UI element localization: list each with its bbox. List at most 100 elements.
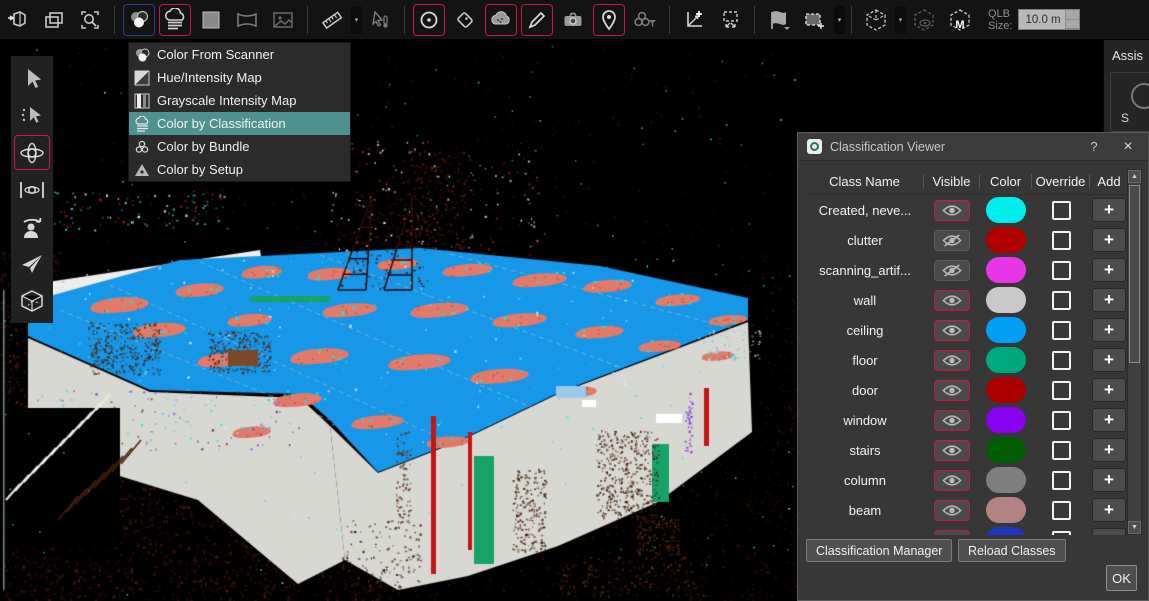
color-by-classification-icon[interactable] — [159, 4, 191, 36]
visibility-toggle[interactable] — [934, 290, 970, 311]
qlb-size-stepper[interactable] — [1065, 10, 1079, 29]
class-color-swatch[interactable] — [986, 197, 1026, 223]
menu-item-grayscale-intensity-map[interactable]: Grayscale Intensity Map — [129, 89, 350, 112]
menu-item-color-by-classification[interactable]: Color by Classification — [129, 112, 350, 135]
column-header-add[interactable]: Add — [1090, 174, 1128, 189]
override-checkbox[interactable] — [1052, 231, 1071, 250]
add-class-button[interactable]: + — [1092, 288, 1126, 312]
select-cursor-icon[interactable] — [14, 61, 50, 96]
ok-button[interactable]: OK — [1106, 565, 1137, 591]
scan-target-icon[interactable] — [413, 4, 445, 36]
qlb-cube-icon[interactable] — [860, 4, 892, 36]
add-class-button[interactable]: + — [1092, 408, 1126, 432]
bundle-filter-icon[interactable] — [629, 4, 661, 36]
color-from-scanner-icon[interactable] — [123, 4, 155, 36]
location-pin-icon[interactable] — [593, 4, 625, 36]
selection-mode-dropdown-icon[interactable]: ▾ — [834, 6, 845, 34]
add-class-button[interactable]: + — [1092, 198, 1126, 222]
visibility-toggle[interactable] — [934, 440, 970, 461]
visibility-toggle[interactable] — [934, 530, 970, 536]
column-header-visible[interactable]: Visible — [924, 174, 980, 189]
override-checkbox[interactable] — [1052, 381, 1071, 400]
qlb-manual-cube-icon[interactable]: M — [944, 4, 976, 36]
station-image-icon[interactable] — [267, 4, 299, 36]
visibility-toggle[interactable] — [934, 380, 970, 401]
add-class-button[interactable]: + — [1092, 228, 1126, 252]
override-checkbox[interactable] — [1052, 321, 1071, 340]
table-scrollbar[interactable]: ▲ ▼ — [1127, 169, 1142, 535]
add-class-button[interactable]: + — [1092, 258, 1126, 282]
override-checkbox[interactable] — [1052, 531, 1071, 536]
add-class-button[interactable]: + — [1092, 348, 1126, 372]
scroll-down-icon[interactable]: ▼ — [1128, 521, 1141, 534]
add-class-button[interactable]: + — [1092, 528, 1126, 535]
override-checkbox[interactable] — [1052, 351, 1071, 370]
add-class-button[interactable]: + — [1092, 438, 1126, 462]
class-color-swatch[interactable] — [986, 437, 1026, 463]
column-header-color[interactable]: Color — [980, 174, 1032, 189]
class-color-swatch[interactable] — [986, 347, 1026, 373]
override-checkbox[interactable] — [1052, 441, 1071, 460]
render-palette-icon[interactable] — [763, 4, 795, 36]
column-header-class-name[interactable]: Class Name — [806, 174, 924, 189]
visibility-toggle[interactable] — [934, 200, 970, 221]
visibility-toggle[interactable] — [934, 350, 970, 371]
visibility-toggle[interactable] — [934, 470, 970, 491]
measure-icon[interactable] — [316, 4, 348, 36]
view-cube-icon[interactable] — [14, 283, 50, 318]
classification-manager-button[interactable]: Classification Manager — [806, 539, 952, 562]
window-titlebar[interactable]: Classification Viewer ? × — [798, 133, 1148, 161]
visibility-toggle[interactable] — [934, 260, 970, 281]
add-class-button[interactable]: + — [1092, 378, 1126, 402]
orbit-tool-icon[interactable] — [14, 135, 50, 170]
annotation-pen-icon[interactable] — [521, 4, 553, 36]
class-color-swatch[interactable] — [986, 497, 1026, 523]
override-checkbox[interactable] — [1052, 411, 1071, 430]
probe-point-icon[interactable] — [364, 4, 396, 36]
qlb-size-value[interactable]: 10.0 m — [1019, 14, 1065, 26]
column-header-override[interactable]: Override — [1032, 174, 1090, 189]
scrollbar-thumb[interactable] — [1129, 185, 1140, 363]
selection-mode-icon[interactable] — [799, 4, 831, 36]
class-color-swatch[interactable] — [986, 227, 1026, 253]
snapshot-camera-icon[interactable] — [557, 4, 589, 36]
menu-item-hue-intensity-map[interactable]: Hue/Intensity Map — [129, 66, 350, 89]
add-class-button[interactable]: + — [1092, 318, 1126, 342]
scroll-up-icon[interactable]: ▲ — [1128, 170, 1141, 183]
override-checkbox[interactable] — [1052, 471, 1071, 490]
visibility-toggle[interactable] — [934, 410, 970, 431]
qlb-cube-dropdown-icon[interactable]: ▾ — [895, 6, 906, 34]
reload-classes-button[interactable]: Reload Classes — [958, 539, 1066, 562]
import-project-icon[interactable] — [2, 4, 34, 36]
class-color-swatch[interactable] — [986, 407, 1026, 433]
override-checkbox[interactable] — [1052, 201, 1071, 220]
point-cloud-icon[interactable] — [485, 4, 517, 36]
select-points-cursor-icon[interactable] — [14, 98, 50, 133]
override-checkbox[interactable] — [1052, 261, 1071, 280]
class-color-swatch[interactable] — [986, 377, 1026, 403]
class-color-swatch[interactable] — [986, 287, 1026, 313]
add-coordinate-system-icon[interactable] — [678, 4, 710, 36]
close-icon[interactable]: × — [1108, 138, 1148, 156]
fly-tool-icon[interactable] — [14, 246, 50, 281]
add-class-button[interactable]: + — [1092, 498, 1126, 522]
constrained-orbit-icon[interactable] — [14, 172, 50, 207]
menu-item-color-by-setup[interactable]: Color by Setup — [129, 158, 350, 181]
visibility-toggle[interactable] — [934, 230, 970, 251]
update-view-icon[interactable] — [714, 4, 746, 36]
tag-label-icon[interactable] — [449, 4, 481, 36]
cascade-windows-icon[interactable] — [38, 4, 70, 36]
qlb-size-input[interactable]: 10.0 m — [1018, 9, 1080, 30]
class-color-swatch[interactable] — [986, 467, 1026, 493]
walkthrough-icon[interactable] — [14, 209, 50, 244]
menu-item-color-by-bundle[interactable]: Color by Bundle — [129, 135, 350, 158]
override-checkbox[interactable] — [1052, 291, 1071, 310]
class-color-swatch[interactable] — [986, 257, 1026, 283]
zoom-region-icon[interactable] — [74, 4, 106, 36]
measure-dropdown-icon[interactable]: ▾ — [351, 6, 362, 34]
qlb-visibility-cube-icon[interactable] — [908, 4, 940, 36]
override-checkbox[interactable] — [1052, 501, 1071, 520]
panorama-icon[interactable] — [231, 4, 263, 36]
class-color-swatch[interactable] — [986, 527, 1026, 535]
visibility-toggle[interactable] — [934, 500, 970, 521]
